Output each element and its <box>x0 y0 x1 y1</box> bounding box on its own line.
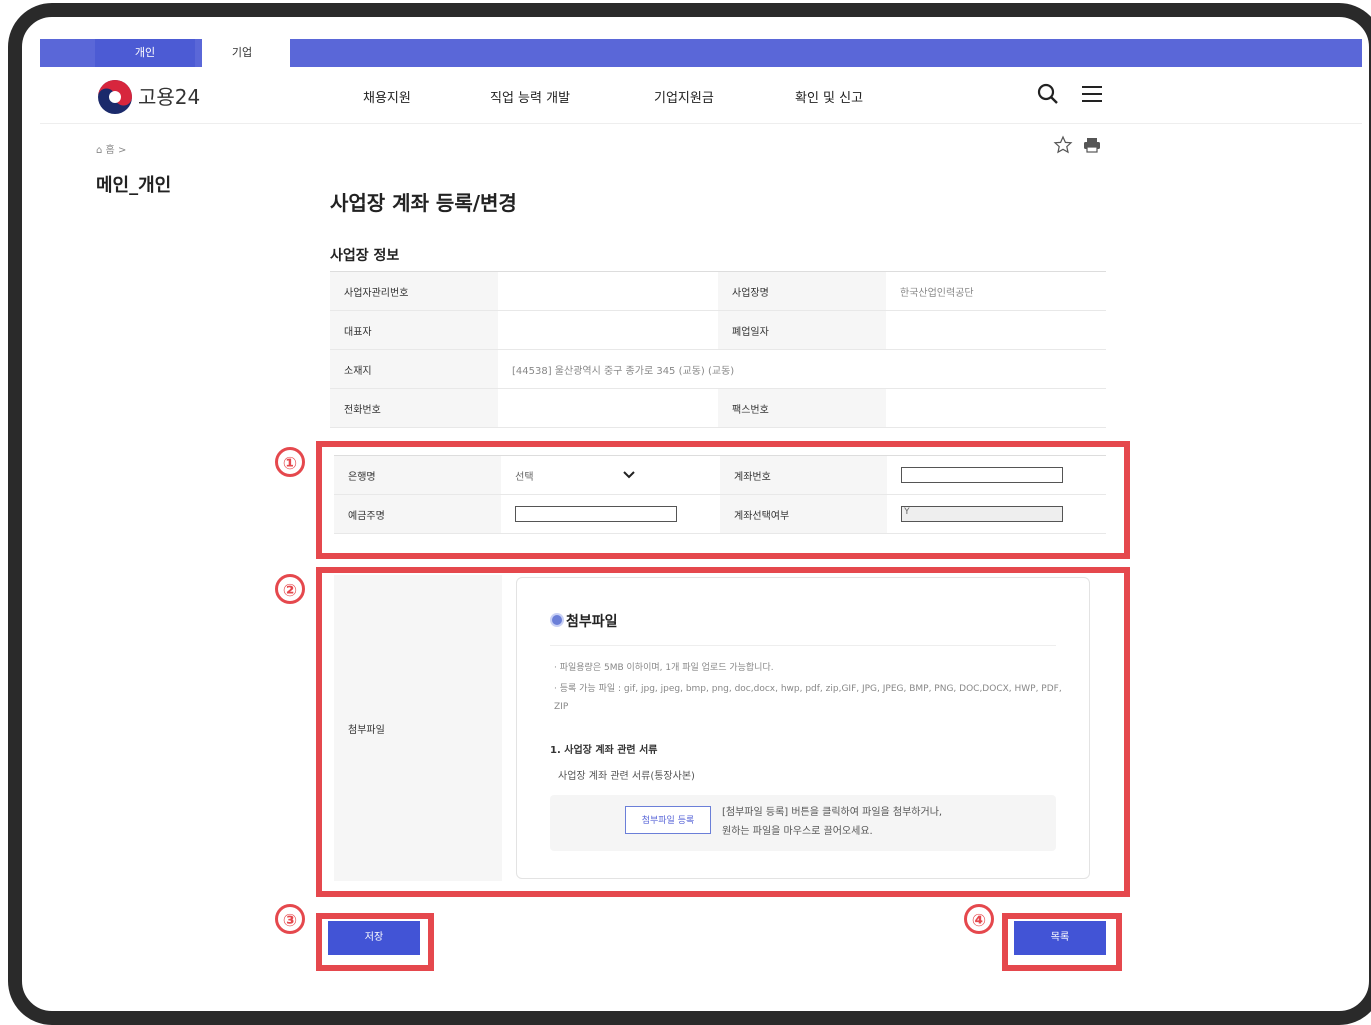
marker-4: ④ <box>964 904 994 934</box>
label-bank: 은행명 <box>334 456 502 494</box>
nav-skill-dev[interactable]: 직업 능력 개발 <box>490 87 570 106</box>
marker-2: ② <box>275 574 305 604</box>
label-business-name: 사업장명 <box>718 272 886 310</box>
value-address: [44538] 울산광역시 중구 종가로 345 (교동) (교동) <box>512 365 735 377</box>
label-address: 소재지 <box>330 350 498 388</box>
label-fax: 팩스번호 <box>718 389 886 427</box>
search-icon[interactable] <box>1035 81 1061 107</box>
drop-instructions-line2: 원하는 파일을 마우스로 끌어오세요. <box>722 826 873 837</box>
value-phone <box>498 389 718 427</box>
attachment-item-desc: 사업장 계좌 관련 서류(통장사본) <box>558 771 695 782</box>
value-representative <box>498 311 718 349</box>
attachment-divider <box>550 645 1056 646</box>
nav-subsidy[interactable]: 기업지원금 <box>654 87 714 106</box>
business-info-table: 사업자관리번호 사업장명 한국산업인력공단 대표자 폐업일자 소재지 [4453… <box>330 271 1106 428</box>
value-closure-date <box>886 311 1106 349</box>
holder-cell <box>501 495 720 533</box>
label-holder: 예금주명 <box>334 495 502 533</box>
attachment-note-types: · 등록 가능 파일 : gif, jpg, jpeg, bmp, png, d… <box>554 684 1062 712</box>
account-no-cell <box>887 456 1106 494</box>
attachment-note-size: · 파일용량은 5MB 이하이며, 1개 파일 업로드 가능합니다. <box>554 663 774 673</box>
table-row: 소재지 [44538] 울산광역시 중구 종가로 345 (교동) (교동) <box>330 350 1106 389</box>
print-icon[interactable] <box>1082 135 1102 155</box>
value-business-name: 한국산업인력공단 <box>900 287 974 299</box>
account-confirm-input[interactable]: Y <box>901 506 1064 522</box>
nav-confirm-report[interactable]: 확인 및 신고 <box>795 87 863 106</box>
bank-select[interactable]: 선택 <box>515 468 635 483</box>
logo-text[interactable]: 고용24 <box>138 81 200 110</box>
label-representative: 대표자 <box>330 311 498 349</box>
upload-file-button[interactable]: 첨부파일 등록 <box>625 806 711 834</box>
marker-1: ① <box>275 447 305 477</box>
chevron-down-icon <box>623 471 635 479</box>
star-icon[interactable] <box>1053 135 1073 155</box>
attachment-item-title: 1. 사업장 계좌 관련 서류 <box>550 745 658 756</box>
drop-instructions-line1: [첨부파일 등록] 버튼을 클릭하여 파일을 첨부하거나, <box>722 807 943 818</box>
nav-recruit[interactable]: 채용지원 <box>363 87 411 106</box>
attachment-title: 첨부파일 <box>566 614 618 630</box>
table-row: 대표자 폐업일자 <box>330 311 1106 350</box>
label-account-confirm: 계좌선택여부 <box>720 495 888 533</box>
bank-select-value: 선택 <box>515 471 534 483</box>
label-attachment: 첨부파일 <box>334 575 502 881</box>
header-divider <box>40 123 1362 124</box>
top-bar-right <box>290 39 1362 67</box>
holder-input[interactable] <box>515 506 678 522</box>
tab-corporate[interactable]: 기업 <box>202 39 282 67</box>
label-business-mgmt-no: 사업자관리번호 <box>330 272 498 310</box>
breadcrumb: ⌂ 홈 > <box>96 141 126 156</box>
list-button[interactable]: 목록 <box>1014 921 1106 955</box>
account-no-input[interactable] <box>901 467 1064 483</box>
table-row: 전화번호 팩스번호 <box>330 389 1106 428</box>
bullet-icon <box>550 613 564 627</box>
label-account-no: 계좌번호 <box>720 456 888 494</box>
page-title: 사업장 계좌 등록/변경 <box>330 191 517 215</box>
drop-instructions: [첨부파일 등록] 버튼을 클릭하여 파일을 첨부하거나, 원하는 파일을 마우… <box>722 803 942 841</box>
menu-icon[interactable] <box>1079 81 1105 107</box>
label-closure-date: 폐업일자 <box>718 311 886 349</box>
breadcrumb-separator: > <box>117 145 127 156</box>
home-icon[interactable]: ⌂ <box>96 145 102 156</box>
table-row: 예금주명 계좌선택여부 Y <box>334 495 1106 534</box>
account-confirm-cell: Y <box>887 495 1106 533</box>
table-row: 은행명 선택 계좌번호 <box>334 456 1106 495</box>
account-form: 은행명 선택 계좌번호 예금주명 계좌선택여부 Y <box>334 455 1106 534</box>
device-frame: 개인 기업 고용24 채용지원 직업 능력 개발 기업지원금 확인 및 신고 ⌂… <box>8 3 1371 1025</box>
sidebar-title: 메인_개인 <box>96 175 172 196</box>
section-title: 사업장 정보 <box>330 248 400 264</box>
value-fax <box>886 389 1106 427</box>
logo-icon[interactable] <box>96 78 134 116</box>
bank-select-cell: 선택 <box>501 456 720 494</box>
tab-personal[interactable]: 개인 <box>95 39 195 67</box>
breadcrumb-home[interactable]: 홈 <box>106 145 115 156</box>
save-button[interactable]: 저장 <box>328 921 420 955</box>
value-business-mgmt-no <box>498 272 718 310</box>
table-row: 사업자관리번호 사업장명 한국산업인력공단 <box>330 272 1106 311</box>
marker-3: ③ <box>275 904 305 934</box>
label-phone: 전화번호 <box>330 389 498 427</box>
